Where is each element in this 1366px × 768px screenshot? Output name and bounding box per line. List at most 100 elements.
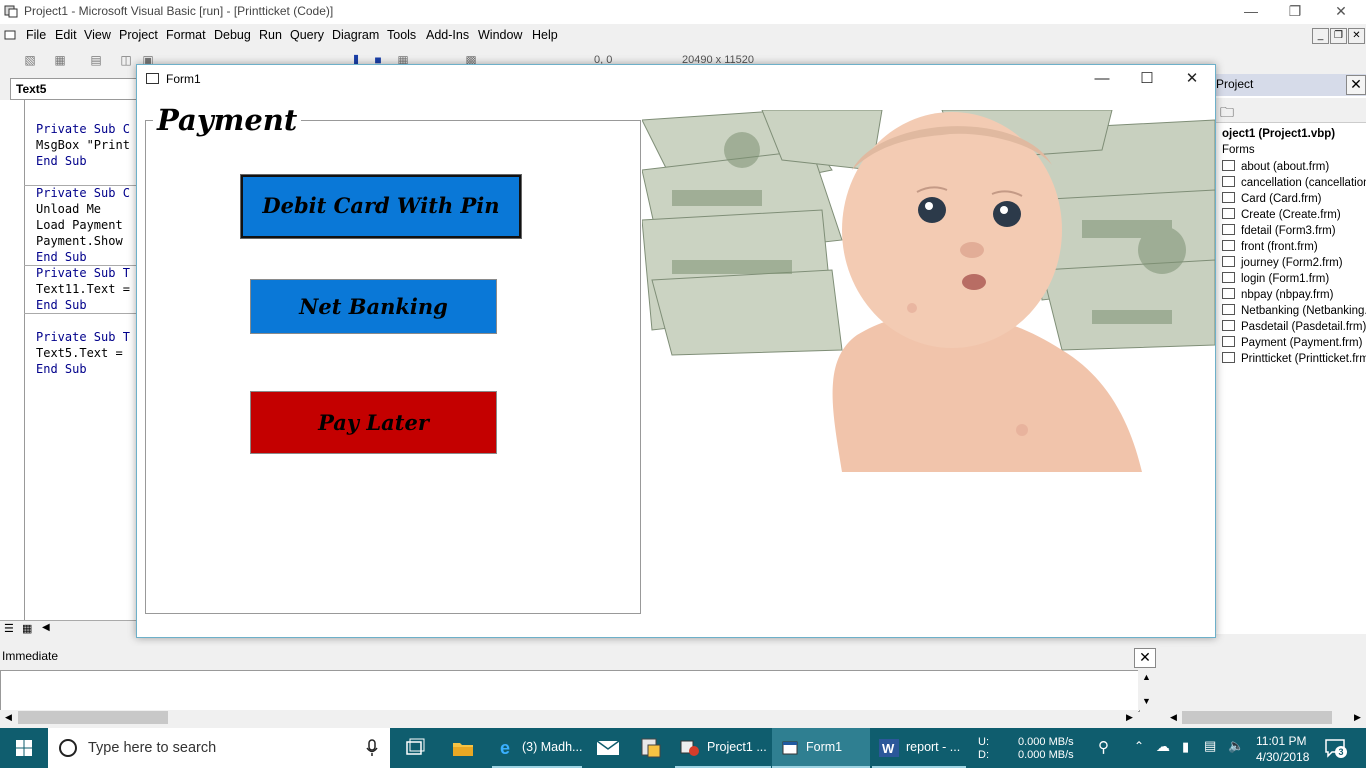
menu-window[interactable]: Window [478, 28, 522, 42]
menu-run[interactable]: Run [259, 28, 282, 42]
immediate-vertical-scrollbar[interactable]: ▲ ▼ [1138, 670, 1154, 710]
tree-form-item[interactable]: Netbanking (Netbanking.f [1222, 304, 1366, 317]
mdi-close-button[interactable]: ✕ [1348, 28, 1365, 44]
immediate-close-button[interactable]: ✕ [1134, 648, 1156, 668]
add-form-icon[interactable]: ▦ [52, 52, 68, 68]
procedure-view-icon[interactable]: ☰ [4, 622, 14, 635]
code-line[interactable]: End Sub [36, 298, 87, 312]
tree-form-item[interactable]: nbpay (nbpay.frm) [1222, 288, 1333, 301]
taskbar-app-form1[interactable]: Form1 [772, 728, 870, 768]
network-icon[interactable]: ▤ [1204, 738, 1216, 754]
menu-project[interactable]: Project [119, 28, 158, 42]
mdi-minimize-button[interactable]: _ [1312, 28, 1329, 44]
project-explorer-close-button[interactable]: ✕ [1346, 75, 1366, 95]
tree-form-item[interactable]: journey (Form2.frm) [1222, 256, 1343, 269]
project-explorer-header: Project [1216, 74, 1366, 96]
ide-close-button[interactable]: ✕ [1318, 0, 1364, 24]
menu-editor-icon[interactable]: ▤ [88, 52, 104, 68]
taskbar-app-vb6[interactable]: Project1 ... [675, 728, 771, 768]
taskbar-search-box[interactable]: Type here to search [48, 728, 390, 768]
tree-form-item[interactable]: login (Form1.frm) [1222, 272, 1329, 285]
code-line[interactable]: Private Sub T [36, 330, 130, 344]
code-line[interactable]: Text11.Text = [36, 282, 130, 296]
clock-time[interactable]: 11:01 PM [1256, 734, 1306, 748]
scroll-right-icon[interactable]: ▶ [1126, 712, 1133, 723]
tree-form-item[interactable]: Card (Card.frm) [1222, 192, 1322, 205]
code-line[interactable]: Private Sub C [36, 122, 130, 136]
scrollbar-thumb[interactable] [1182, 711, 1332, 724]
code-line[interactable]: End Sub [36, 362, 87, 376]
menu-addins[interactable]: Add-Ins [426, 28, 469, 42]
code-line[interactable]: MsgBox "Print [36, 138, 130, 152]
ide-minimize-button[interactable]: — [1228, 0, 1274, 24]
chevron-up-icon[interactable]: ⌃ [1134, 739, 1144, 753]
full-module-view-icon[interactable]: ▦ [22, 622, 32, 635]
immediate-horizontal-scrollbar[interactable]: ◀ ▶ [0, 710, 1138, 726]
form1-minimize-button[interactable]: — [1079, 67, 1125, 91]
menu-debug[interactable]: Debug [214, 28, 251, 42]
mdi-restore-button[interactable]: ❐ [1330, 28, 1347, 44]
tree-form-item[interactable]: about (about.frm) [1222, 160, 1329, 173]
taskbar-app-edge[interactable]: e (3) Madh... [492, 728, 582, 768]
tree-form-item[interactable]: Printticket (Printticket.frm [1222, 352, 1366, 365]
file-explorer-icon[interactable] [452, 738, 474, 758]
battery-icon[interactable]: ▮ [1182, 739, 1189, 755]
scroll-left-icon[interactable]: ◀ [42, 622, 50, 633]
microphone-icon[interactable] [366, 739, 378, 757]
form1-close-button[interactable]: ✕ [1169, 67, 1215, 91]
onedrive-icon[interactable]: ☁ [1156, 738, 1170, 755]
taskbar-app-word[interactable]: W report - ... [872, 728, 966, 768]
code-line[interactable]: End Sub [36, 250, 87, 264]
ide-restore-button[interactable]: ❐ [1272, 0, 1318, 24]
tree-form-item[interactable]: Create (Create.frm) [1222, 208, 1341, 221]
project-horizontal-scrollbar[interactable]: ◀ ▶ [1166, 710, 1366, 726]
code-horizontal-scrollbar[interactable]: ☰ ▦ ◀ [0, 620, 136, 637]
scroll-right-icon[interactable]: ▶ [1354, 712, 1361, 723]
form-file-icon [1222, 208, 1235, 219]
toggle-folders-icon[interactable]: 🗀 [1220, 102, 1234, 126]
clock-date[interactable]: 4/30/2018 [1256, 750, 1309, 764]
menu-help[interactable]: Help [532, 28, 558, 42]
code-line[interactable]: Load Payment [36, 218, 123, 232]
tree-form-item[interactable]: Pasdetail (Pasdetail.frm) [1222, 320, 1366, 333]
immediate-input[interactable] [0, 670, 1140, 712]
menu-edit[interactable]: Edit [55, 28, 77, 42]
tree-project-root[interactable]: oject1 (Project1.vbp) [1222, 128, 1335, 140]
menu-tools[interactable]: Tools [387, 28, 416, 42]
net-banking-button[interactable]: Net Banking [250, 279, 497, 334]
add-project-icon[interactable]: ▧ [22, 52, 38, 68]
volume-icon[interactable]: 🔈 [1228, 738, 1244, 754]
scrollbar-thumb[interactable] [18, 711, 168, 724]
code-line[interactable]: End Sub [36, 154, 87, 168]
code-line[interactable]: Private Sub C [36, 186, 130, 200]
object-combo[interactable]: Text5 [10, 78, 142, 100]
notification-center-icon[interactable]: 3 [1324, 738, 1347, 758]
people-icon[interactable]: ⚲ [1098, 738, 1109, 756]
code-line[interactable]: Private Sub T [36, 266, 130, 280]
form1-maximize-button[interactable]: ☐ [1124, 67, 1170, 91]
menu-query[interactable]: Query [290, 28, 324, 42]
start-button[interactable] [0, 728, 48, 768]
open-project-icon[interactable]: ◫ [118, 52, 134, 68]
tree-forms-folder[interactable]: Forms [1222, 144, 1255, 156]
scroll-down-icon[interactable]: ▼ [1142, 696, 1151, 706]
code-line[interactable]: Payment.Show [36, 234, 123, 248]
mail-icon[interactable] [596, 738, 620, 758]
tree-form-item[interactable]: Payment (Payment.frm) [1222, 336, 1362, 349]
code-line[interactable]: Text5.Text = [36, 346, 123, 360]
menu-diagram[interactable]: Diagram [332, 28, 379, 42]
vb-wizard-icon[interactable] [640, 737, 662, 759]
pay-later-button[interactable]: Pay Later [250, 391, 497, 454]
menu-view[interactable]: View [84, 28, 111, 42]
debit-card-button[interactable]: Debit Card With Pin [240, 174, 522, 239]
tree-form-item[interactable]: cancellation (cancellation. [1222, 176, 1366, 189]
scroll-left-icon[interactable]: ◀ [1170, 712, 1177, 723]
menu-file[interactable]: File [26, 28, 46, 42]
tree-form-item[interactable]: front (front.frm) [1222, 240, 1318, 253]
menu-format[interactable]: Format [166, 28, 206, 42]
code-line[interactable]: Unload Me [36, 202, 101, 216]
scroll-left-icon[interactable]: ◀ [5, 712, 12, 723]
task-view-icon[interactable] [404, 738, 426, 758]
tree-form-item[interactable]: fdetail (Form3.frm) [1222, 224, 1336, 237]
scroll-up-icon[interactable]: ▲ [1142, 672, 1151, 682]
